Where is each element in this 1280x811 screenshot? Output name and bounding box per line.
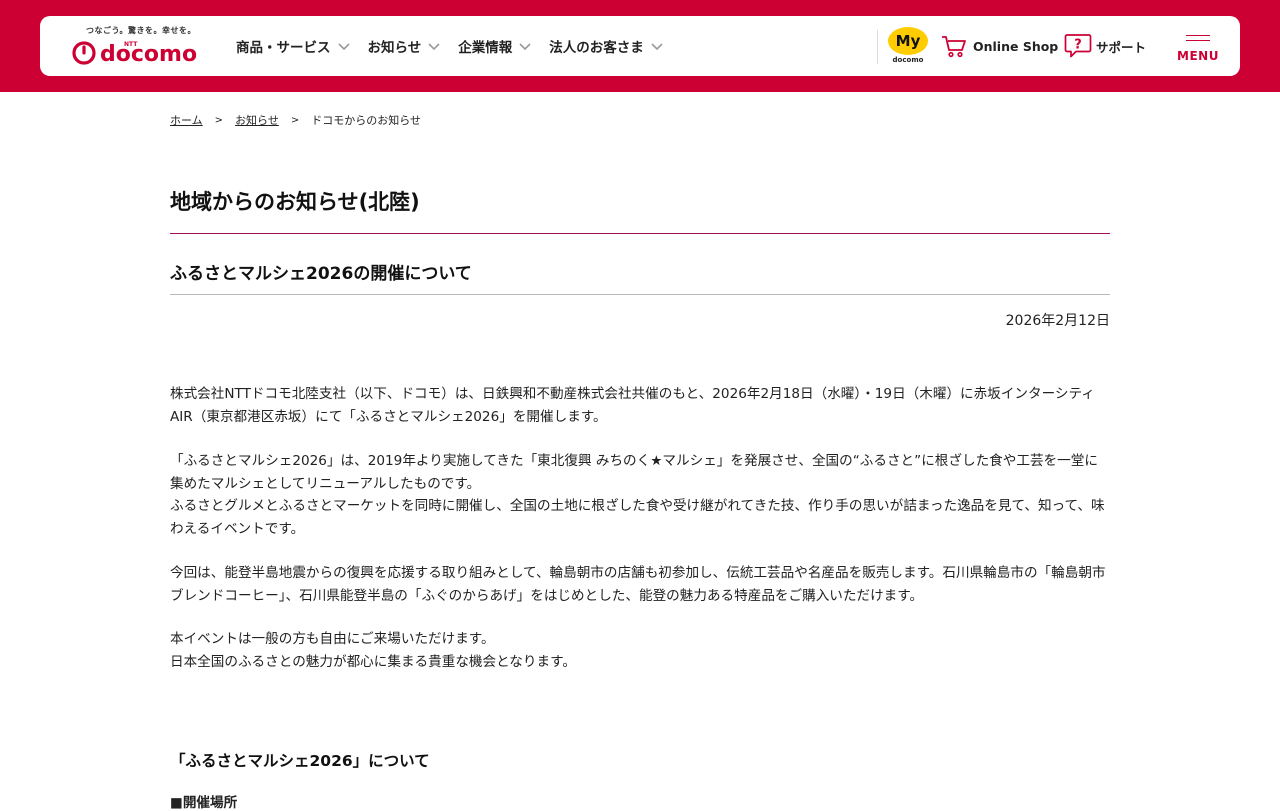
body-text-line: 「ふるさとマルシェ2026」は、2019年より実施してきた「東北復興 みちのく★… — [170, 453, 1098, 492]
body-paragraph: 「ふるさとマルシェ2026」は、2019年より実施してきた「東北復興 みちのく★… — [170, 450, 1110, 540]
body-text-line: 今回は、能登半島地震からの復興を応援する取り組みとして、輪島朝市の店舗も初参加し… — [170, 565, 1106, 604]
cart-icon — [942, 36, 966, 58]
docomo-logo[interactable]: つなごう。驚きを。幸せを。 NTT docomo — [72, 24, 202, 70]
nav-label: 商品・サービス — [236, 40, 331, 56]
my-docomo-badge: My — [888, 27, 928, 55]
global-header: つなごう。驚きを。幸せを。 NTT docomo 商品・サービス お知らせ 企業… — [40, 16, 1240, 76]
nav-label: 法人のお客さま — [549, 40, 644, 56]
support-label: サポート — [1096, 39, 1147, 55]
chevron-down-icon — [428, 43, 440, 51]
title-divider — [170, 233, 1110, 234]
breadcrumb-current: ドコモからのお知らせ — [311, 114, 422, 127]
body-paragraph: 株式会社NTTドコモ北陸支社（以下、ドコモ）は、日鉄興和不動産株式会社共催のもと… — [170, 383, 1110, 428]
logo-tagline: つなごう。驚きを。幸せを。 — [86, 26, 197, 35]
breadcrumb-separator: > — [290, 114, 300, 126]
chevron-down-icon — [337, 43, 350, 51]
menu-button[interactable]: MENU — [1176, 30, 1220, 66]
chevron-down-icon — [651, 43, 663, 51]
nav-item-news[interactable]: お知らせ — [368, 36, 442, 56]
breadcrumb: ホーム > お知らせ > ドコモからのお知らせ — [170, 112, 421, 128]
online-shop-label: Online Shop — [973, 38, 1059, 54]
body-paragraph: 今回は、能登半島地震からの復興を応援する取り組みとして、輪島朝市の店舗も初参加し… — [170, 562, 1110, 607]
nav-label: 企業情報 — [458, 40, 513, 56]
publish-date: 2026年2月12日 — [1005, 313, 1110, 329]
my-docomo-link[interactable]: My docomo — [886, 25, 930, 67]
page-title: 地域からのお知らせ(北陸) — [170, 190, 420, 214]
body-text-line: 株式会社NTTドコモ北陸支社（以下、ドコモ）は、日鉄興和不動産株式会社共催のもと… — [170, 386, 1095, 425]
breadcrumb-link-news[interactable]: お知らせ — [235, 112, 279, 128]
venue-heading: ■開催場所 — [170, 795, 238, 811]
section-title: 「ふるさとマルシェ2026」について — [170, 752, 430, 770]
global-nav: 商品・サービス お知らせ 企業情報 法人のお客さま — [236, 16, 681, 76]
online-shop-link[interactable]: Online Shop — [941, 32, 1058, 60]
chevron-down-icon — [519, 43, 531, 51]
body-text-line: 日本全国のふるさとの魅力が都心に集まる貴重な機会となります。 — [170, 653, 576, 670]
svg-text:?: ? — [1074, 38, 1082, 53]
menu-label: MENU — [1177, 49, 1219, 63]
nav-item-products[interactable]: 商品・サービス — [236, 36, 351, 56]
support-link[interactable]: ? サポート — [1064, 32, 1146, 60]
breadcrumb-separator: > — [214, 114, 224, 126]
nav-item-corporate-info[interactable]: 企業情報 — [458, 36, 532, 56]
logo-wordmark: docomo — [100, 42, 197, 66]
body-text-line: ふるさとグルメとふるさとマーケットを同時に開催し、全国の土地に根ざした食や受け継… — [170, 498, 1105, 537]
body-paragraph: 本イベントは一般の方も自由にご来場いただけます。 日本全国のふるさとの魅力が都心… — [170, 628, 1110, 673]
body-text-line: 本イベントは一般の方も自由にご来場いただけます。 — [170, 631, 495, 647]
docomo-logo-mark: docomo — [72, 41, 197, 66]
nav-item-business[interactable]: 法人のお客さま — [549, 36, 664, 56]
hamburger-icon — [1186, 35, 1210, 45]
article-title: ふるさとマルシェ2026の開催について — [170, 264, 472, 284]
article-title-divider — [170, 294, 1110, 295]
header-divider — [877, 30, 878, 64]
breadcrumb-link-home[interactable]: ホーム — [170, 112, 203, 128]
nav-label: お知らせ — [367, 40, 422, 56]
my-docomo-sub-label: docomo — [892, 56, 924, 64]
question-bubble-icon: ? — [1064, 34, 1092, 58]
